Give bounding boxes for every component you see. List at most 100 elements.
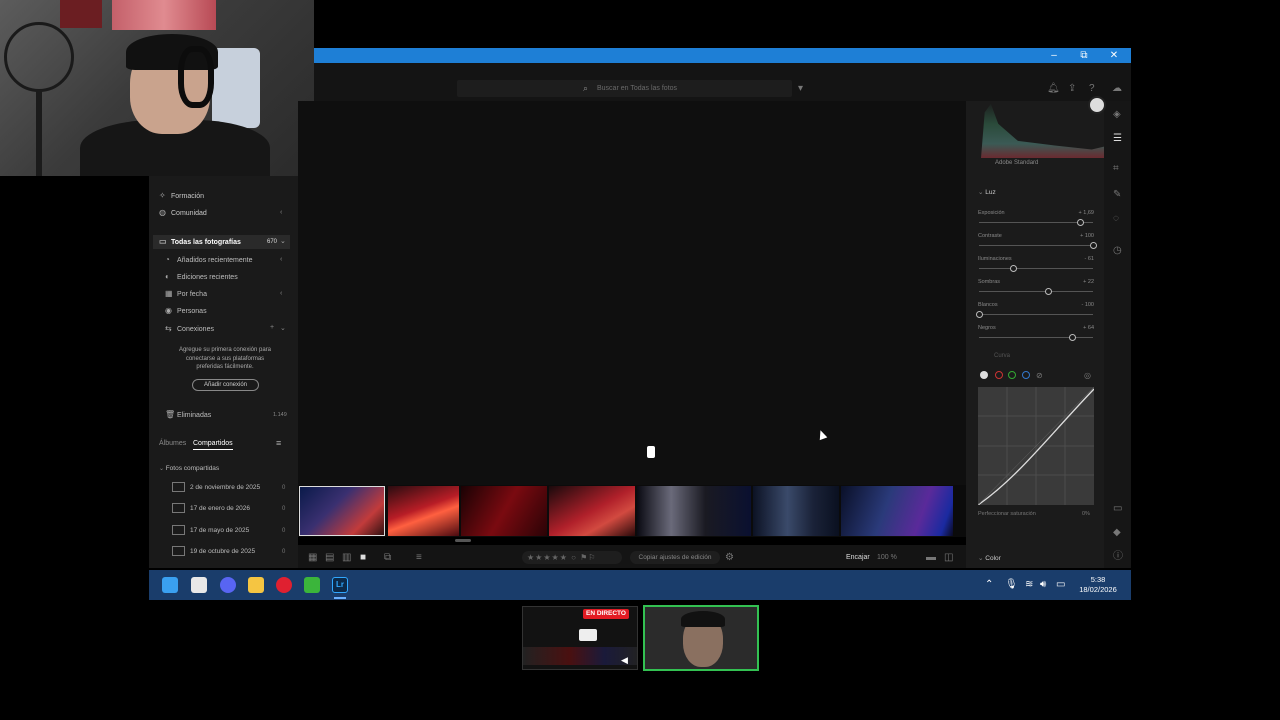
list-item[interactable]: 17 de mayo de 2025 bbox=[172, 524, 249, 538]
comment-icon[interactable]: ▭ bbox=[1113, 504, 1122, 514]
photo-canvas[interactable] bbox=[298, 101, 966, 485]
slider-value[interactable]: + 64 bbox=[1070, 325, 1094, 331]
sidebar-item-por-fecha[interactable]: ▦ Por fecha bbox=[165, 287, 207, 301]
section-luz[interactable]: ⌄ Luz bbox=[978, 188, 996, 196]
film-thumb[interactable] bbox=[841, 486, 953, 536]
curve-channel-red[interactable] bbox=[995, 371, 1003, 379]
sidebar-item-personas[interactable]: ◉ Personas bbox=[165, 304, 207, 318]
slider-knob[interactable] bbox=[975, 311, 983, 318]
list-item[interactable]: 19 de octubre de 2025 bbox=[172, 545, 255, 559]
zoom-select[interactable]: 100 % bbox=[877, 554, 897, 561]
slider-track[interactable] bbox=[979, 291, 1093, 292]
filter-icon[interactable]: ▾ bbox=[798, 84, 803, 94]
store-icon[interactable] bbox=[191, 577, 207, 593]
discord-icon[interactable] bbox=[220, 577, 236, 593]
steam-icon[interactable] bbox=[1088, 96, 1106, 114]
xbox-icon[interactable] bbox=[304, 577, 320, 593]
add-conexion-button[interactable]: Añadir conexión bbox=[192, 379, 259, 391]
sidebar-item-anadidos[interactable]: ◔ Añadidos recientemente bbox=[165, 253, 253, 267]
slider-knob[interactable] bbox=[1009, 265, 1017, 272]
slider-track[interactable] bbox=[979, 314, 1093, 315]
mask-icon[interactable]: ◌ bbox=[1113, 214, 1119, 224]
slideshow-icon[interactable]: ⧉ bbox=[384, 553, 391, 563]
info-icon[interactable]: ⓘ bbox=[1113, 552, 1123, 562]
list-item[interactable]: 17 de enero de 2026 bbox=[172, 502, 250, 516]
copy-settings-button[interactable]: Copiar ajustes de edición bbox=[630, 551, 720, 564]
curve-channel-white[interactable] bbox=[980, 371, 988, 379]
slider-knob[interactable] bbox=[1045, 288, 1053, 295]
split-view-icon[interactable]: ◫ bbox=[944, 553, 953, 563]
lightroom-icon[interactable]: Lr bbox=[332, 577, 348, 593]
clock[interactable]: 5:38 18/02/2026 bbox=[1076, 575, 1120, 595]
slider-value[interactable]: + 22 bbox=[1070, 279, 1094, 285]
fotos-compartidas-group[interactable]: ⌄ Fotos compartidas bbox=[159, 462, 219, 476]
section-color[interactable]: ⌄ Color bbox=[978, 554, 1001, 562]
panel-icon[interactable]: ▬ bbox=[926, 553, 936, 563]
slider-track[interactable] bbox=[979, 222, 1093, 223]
slider-knob[interactable] bbox=[1089, 242, 1097, 249]
cloud-icon[interactable]: ☁ bbox=[1112, 84, 1122, 94]
chevron-left-icon[interactable]: ‹ bbox=[280, 256, 282, 263]
slider-value[interactable]: + 100 bbox=[1070, 233, 1094, 239]
single-view-icon[interactable]: ■ bbox=[360, 553, 366, 563]
filmstrip-scrollbar[interactable] bbox=[455, 539, 471, 542]
wifi-icon[interactable]: ≋ bbox=[1025, 580, 1033, 590]
maximize-button[interactable]: ⧉ bbox=[1069, 48, 1099, 63]
film-thumb[interactable] bbox=[461, 486, 547, 536]
compare-icon[interactable]: ▥ bbox=[342, 553, 351, 563]
windows-start-icon[interactable] bbox=[162, 577, 178, 593]
slider-track[interactable] bbox=[979, 245, 1093, 246]
volume-icon[interactable]: 🔊︎ bbox=[1040, 580, 1046, 590]
sort-icon[interactable]: ≡ bbox=[416, 553, 422, 563]
film-thumb[interactable] bbox=[549, 486, 635, 536]
sort-icon[interactable]: ≡ bbox=[276, 438, 281, 448]
edit-icon[interactable]: ◈ bbox=[1113, 110, 1121, 120]
section-curva[interactable]: Curva bbox=[977, 353, 1094, 363]
search-input[interactable]: ⌕ Buscar en Todas las fotos bbox=[457, 80, 792, 97]
chevron-down-icon[interactable]: ⌄ bbox=[280, 237, 286, 245]
chevron-up-icon[interactable]: ⌃ bbox=[985, 580, 993, 590]
slider-value[interactable]: - 100 bbox=[1070, 302, 1094, 308]
file-explorer-icon[interactable] bbox=[248, 577, 264, 593]
film-thumb-selected[interactable] bbox=[299, 486, 385, 536]
chevron-down-icon[interactable]: ⌄ bbox=[280, 324, 286, 332]
sidebar-item-ediciones[interactable]: ◐ Ediciones recientes bbox=[165, 270, 238, 284]
slider-value[interactable]: + 1,69 bbox=[1070, 210, 1094, 216]
help-icon[interactable]: ? bbox=[1089, 84, 1095, 94]
slider-knob[interactable] bbox=[1068, 334, 1076, 341]
curve-channel-blue[interactable] bbox=[1022, 371, 1030, 379]
grid-large-icon[interactable]: ▤ bbox=[325, 553, 334, 563]
chevron-left-icon[interactable]: ‹ bbox=[280, 290, 282, 297]
battery-icon[interactable]: ▭ bbox=[1056, 580, 1065, 590]
slider-track[interactable] bbox=[979, 268, 1093, 269]
film-thumb[interactable] bbox=[753, 486, 839, 536]
tab-compartidos[interactable]: Compartidos bbox=[193, 440, 233, 450]
mute-icon[interactable]: ◀ bbox=[621, 655, 628, 666]
bell-icon[interactable]: 🔔︎ bbox=[1047, 84, 1060, 94]
grid-small-icon[interactable]: ▦ bbox=[308, 553, 317, 563]
webcam-preview[interactable] bbox=[643, 605, 759, 671]
sidebar-item-eliminadas[interactable]: 🗑︎ Eliminadas bbox=[165, 408, 211, 422]
microphone-icon[interactable]: 🎙︎ bbox=[1005, 580, 1018, 590]
film-thumb[interactable] bbox=[388, 486, 459, 536]
close-button[interactable]: ✕ bbox=[1099, 48, 1129, 63]
healing-icon[interactable]: ✎ bbox=[1113, 190, 1121, 200]
minimize-button[interactable]: – bbox=[1039, 48, 1069, 63]
tone-curve[interactable] bbox=[978, 387, 1094, 505]
plus-icon[interactable]: + bbox=[270, 324, 274, 331]
slider-knob[interactable] bbox=[1076, 219, 1084, 226]
sidebar-item-conexiones[interactable]: ⇆ Conexiones bbox=[165, 322, 214, 336]
curve-channel-green[interactable] bbox=[1008, 371, 1016, 379]
share-icon[interactable]: ⇪ bbox=[1068, 84, 1076, 94]
film-thumb[interactable] bbox=[637, 486, 751, 536]
curve-settings-icon[interactable]: ⊘ bbox=[1036, 371, 1043, 381]
tab-albumes[interactable]: Álbumes bbox=[159, 440, 186, 447]
profile-label[interactable]: Adobe Standard bbox=[995, 160, 1038, 166]
sidebar-item-todas[interactable]: ▭ Todas las fotografías bbox=[159, 235, 241, 249]
sliders-icon[interactable]: ☰ bbox=[1113, 134, 1122, 144]
list-item[interactable]: 2 de noviembre de 2025 bbox=[172, 481, 260, 495]
crop-icon[interactable]: ⌗ bbox=[1113, 164, 1119, 174]
history-icon[interactable]: ◷ bbox=[1113, 246, 1122, 256]
rating-stars[interactable]: ★★★★★ ○ ⚑⚐ bbox=[522, 551, 622, 564]
target-icon[interactable]: ◎ bbox=[1084, 371, 1091, 381]
